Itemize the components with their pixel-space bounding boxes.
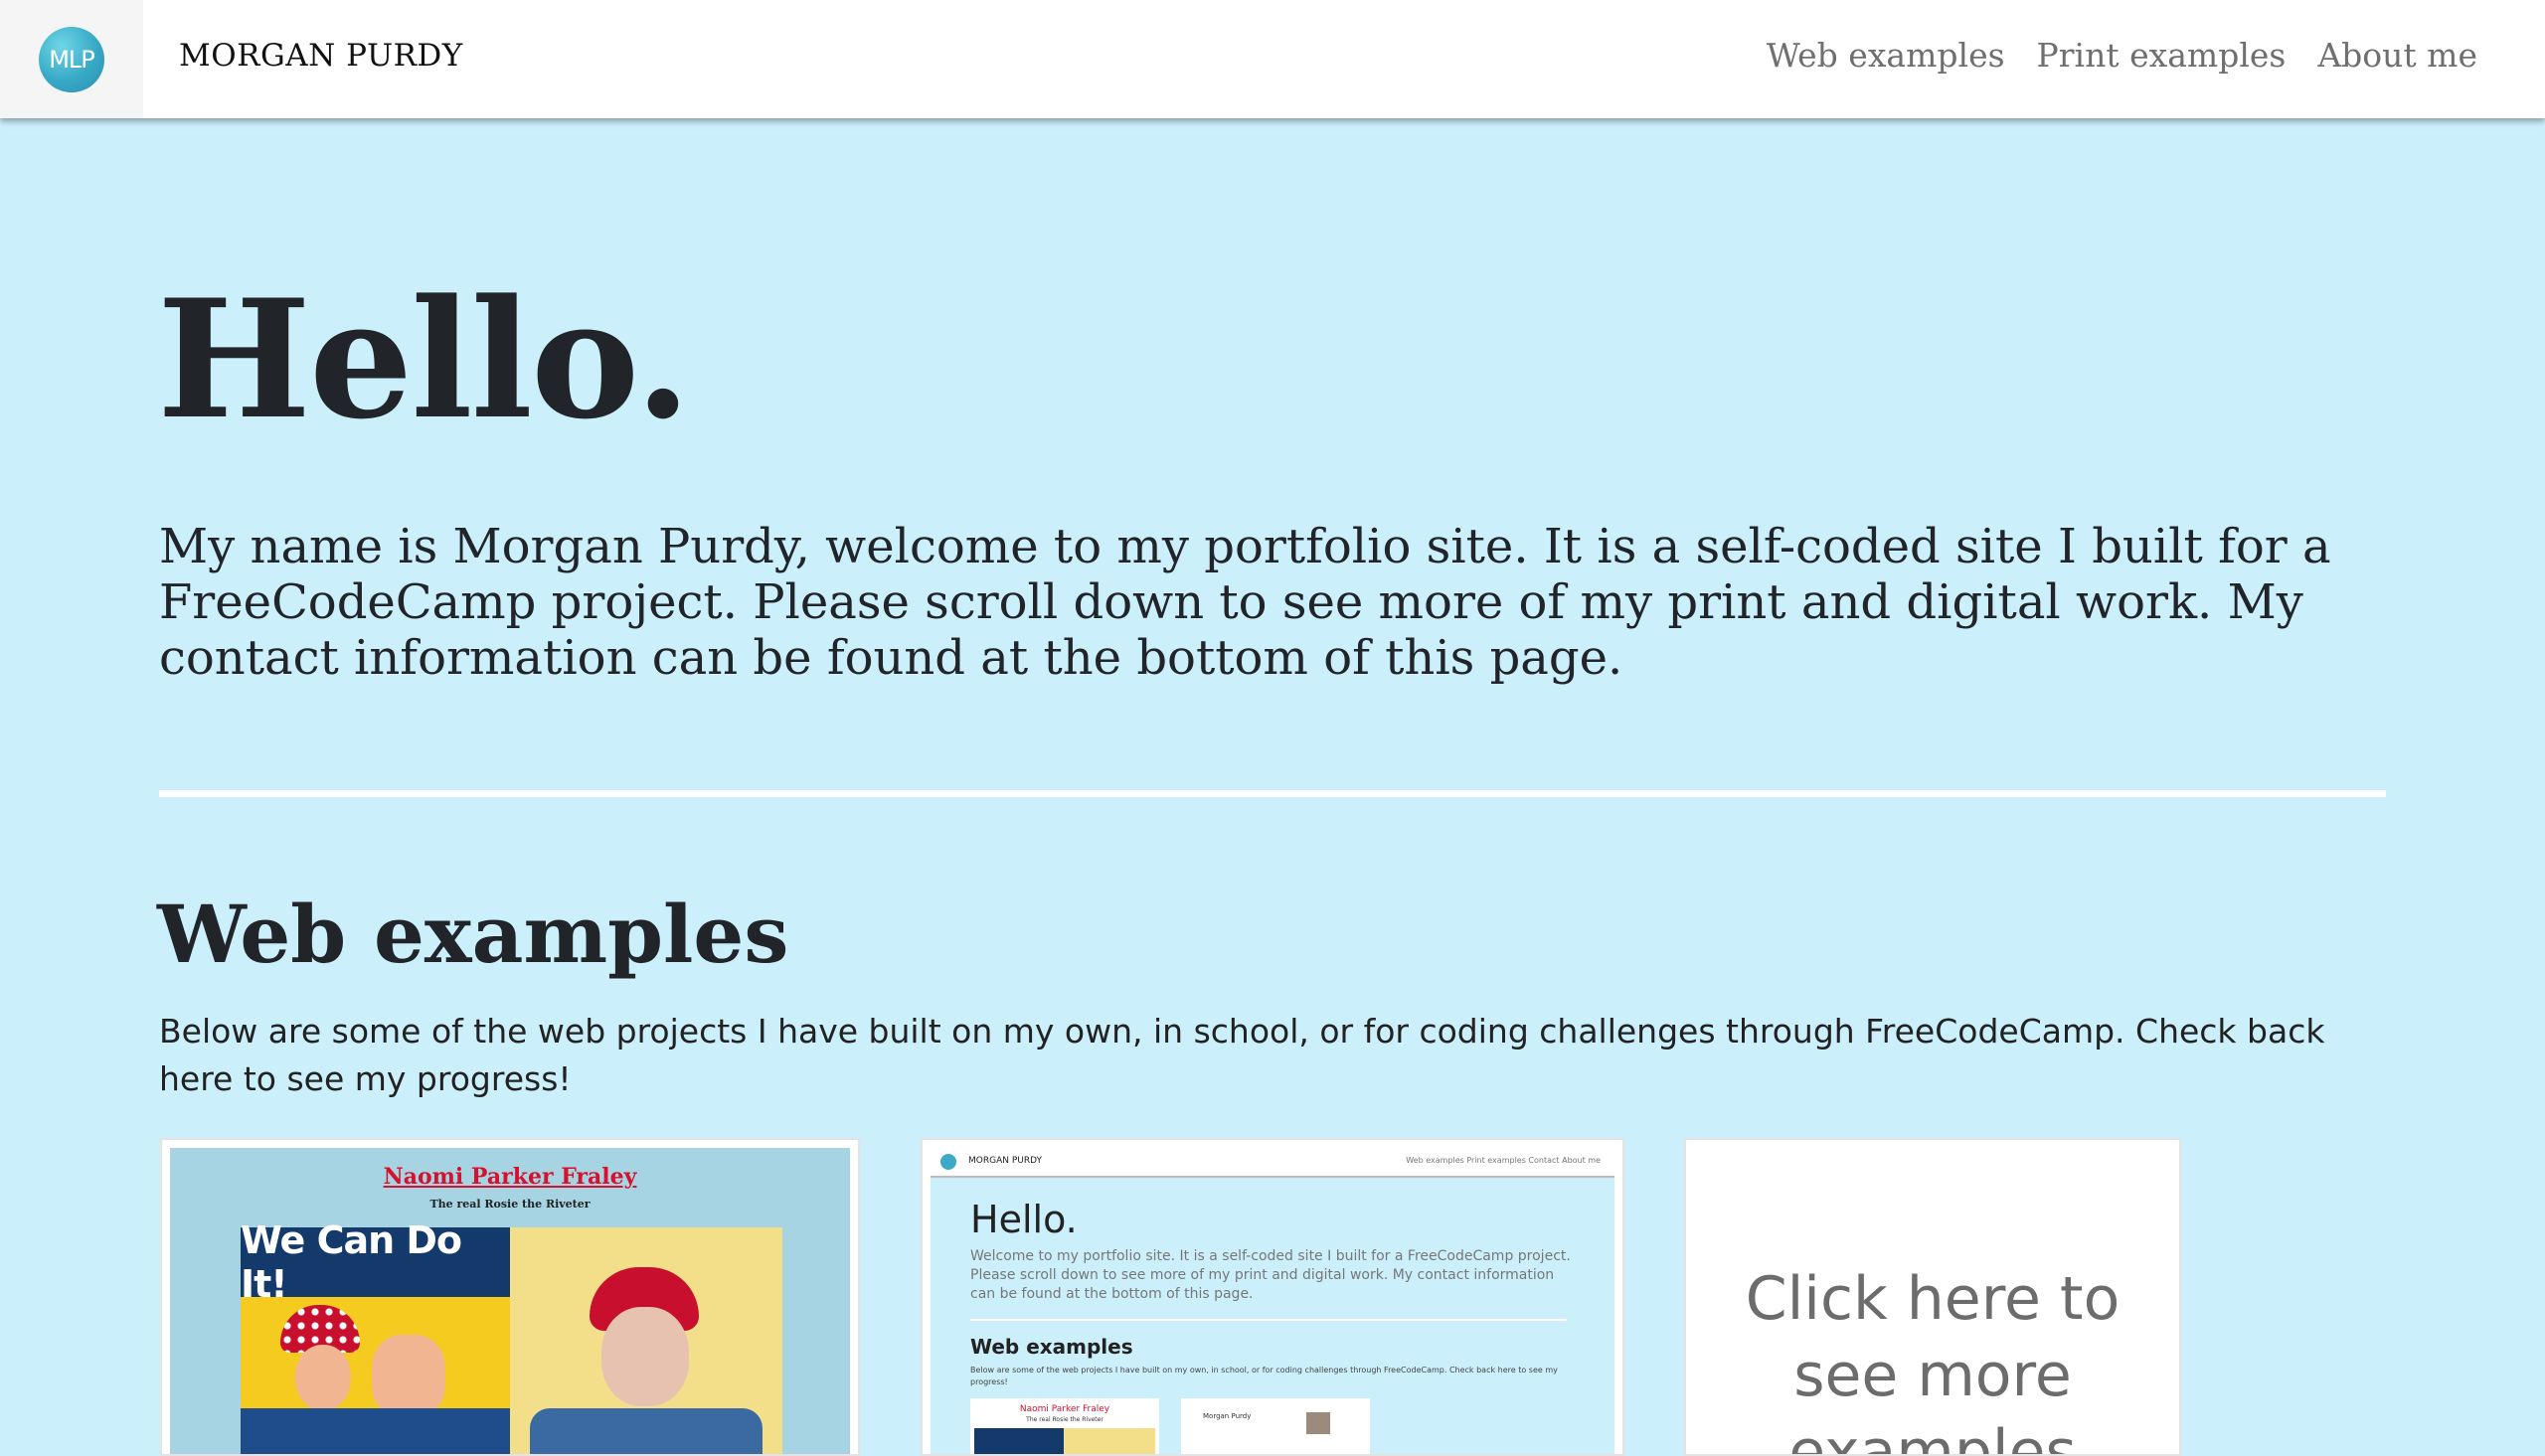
mini-section-text: Below are some of the web projects I hav… <box>970 1366 1558 1386</box>
poster-blue-shirt <box>241 1408 510 1454</box>
portfolio-thumbnail[interactable]: MORGAN PURDY Web examples Print examples… <box>931 1148 1614 1454</box>
mini-poster-photo <box>1064 1428 1155 1454</box>
hero-intro-text: My name is Morgan Purdy, welcome to my p… <box>159 519 2331 686</box>
poster-face <box>295 1345 351 1410</box>
nav-link-web-examples[interactable]: Web examples <box>1767 36 2005 75</box>
mini-navbar: MORGAN PURDY Web examples Print examples… <box>931 1148 1614 1178</box>
mini-logo-icon <box>940 1154 956 1170</box>
poster-banner: We Can Do It! <box>241 1218 510 1306</box>
more-examples-card[interactable]: Click here to see more examples <box>1684 1138 2181 1456</box>
rosie-thumbnail-title: Naomi Parker Fraley <box>383 1164 637 1190</box>
top-navbar: MLP MORGAN PURDY Web examples Print exam… <box>0 0 2545 118</box>
mini-profile-photo <box>1306 1412 1330 1434</box>
mini-card-rosie: Naomi Parker Fraley The real Rosie the R… <box>970 1398 1159 1454</box>
nav-link-print-examples[interactable]: Print examples <box>2037 36 2287 75</box>
section-divider <box>159 790 2386 797</box>
mini-brand: MORGAN PURDY <box>968 1156 1043 1166</box>
mini-hero-text: Welcome to my portfolio site. It is a se… <box>970 1248 1571 1302</box>
project-card-portfolio[interactable]: MORGAN PURDY Web examples Print examples… <box>921 1138 1624 1456</box>
nav-links: Web examples Print examples About me <box>1767 36 2477 75</box>
rosie-thumbnail-subtitle: The real Rosie the Riveter <box>429 1198 591 1211</box>
naomi-shirt <box>530 1408 763 1454</box>
naomi-face <box>601 1307 689 1406</box>
mini-card-rosie-subtitle: The real Rosie the Riveter <box>1026 1416 1103 1423</box>
mini-card-portfolio: Morgan Purdy <box>1181 1398 1370 1454</box>
we-can-do-it-poster: We Can Do It! <box>241 1218 510 1454</box>
project-card-rosie[interactable]: Naomi Parker Fraley The real Rosie the R… <box>160 1138 860 1456</box>
mini-nav-links: Web examples Print examples Contact Abou… <box>1406 1156 1601 1165</box>
mini-card-rosie-title: Naomi Parker Fraley <box>1019 1404 1110 1414</box>
mini-poster-banner <box>974 1428 1064 1454</box>
rosie-thumbnail[interactable]: Naomi Parker Fraley The real Rosie the R… <box>170 1148 850 1454</box>
web-examples-title: Web examples <box>157 888 789 981</box>
logo-container[interactable]: MLP <box>0 0 143 118</box>
mlp-logo-icon[interactable]: MLP <box>39 27 104 92</box>
mini-hero-title: Hello. <box>970 1198 1078 1241</box>
hero-title: Hello. <box>157 263 691 455</box>
mini-section-title: Web examples <box>970 1335 1133 1359</box>
nav-link-about-me[interactable]: About me <box>2317 36 2477 75</box>
naomi-photo <box>510 1227 782 1454</box>
web-examples-description: Below are some of the web projects I hav… <box>159 1012 2325 1098</box>
mini-divider <box>970 1319 1567 1321</box>
poster-flexed-arm <box>372 1335 445 1418</box>
brand-name[interactable]: MORGAN PURDY <box>179 38 463 74</box>
mini-card-portfolio-title: Morgan Purdy <box>1203 1412 1252 1420</box>
more-examples-link[interactable]: Click here to see more examples <box>1686 1261 2179 1454</box>
